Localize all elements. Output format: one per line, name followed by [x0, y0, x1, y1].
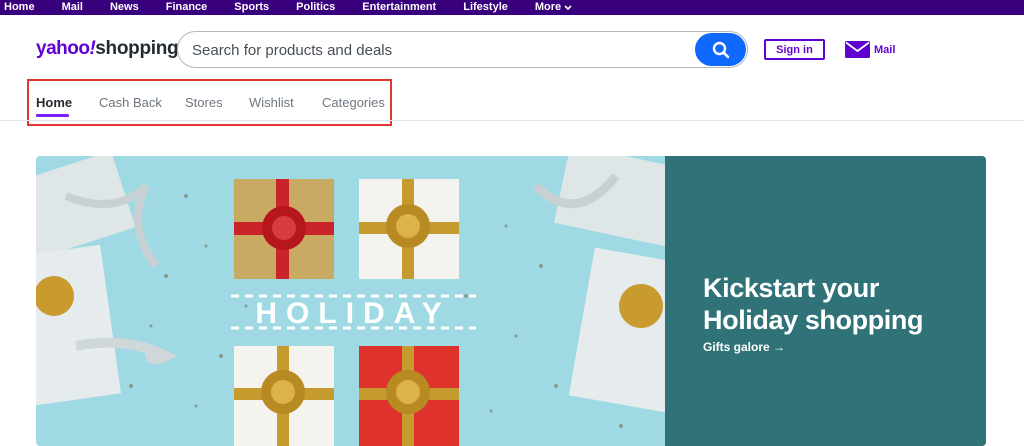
- tab-home[interactable]: Home: [36, 95, 72, 110]
- headline-line-2: Holiday shopping: [703, 305, 924, 335]
- headline-line-1: Kickstart your: [703, 273, 879, 303]
- banner-image: HOLIDAY: [36, 156, 704, 446]
- banner-headline: Kickstart your Holiday shopping: [703, 272, 924, 336]
- header-divider: [0, 120, 1024, 121]
- topnav-politics-link[interactable]: Politics: [296, 0, 335, 15]
- topnav-sports-link[interactable]: Sports: [234, 0, 269, 15]
- holiday-gifts-illustration: HOLIDAY: [36, 156, 704, 446]
- yahoo-shopping-logo[interactable]: yahoo!shopping: [36, 38, 179, 60]
- topnav-entertainment-link[interactable]: Entertainment: [362, 0, 436, 15]
- mail-label: Mail: [874, 43, 896, 56]
- chevron-down-icon: [564, 4, 572, 10]
- holiday-image-text: HOLIDAY: [255, 297, 450, 330]
- active-tab-indicator: [36, 114, 69, 117]
- topnav-lifestyle-link[interactable]: Lifestyle: [463, 0, 508, 15]
- search-icon: [712, 41, 729, 58]
- sign-in-button[interactable]: Sign in: [764, 39, 825, 60]
- topnav-mail-link[interactable]: Mail: [62, 0, 83, 15]
- topnav-more-label: More: [534, 1, 562, 13]
- silver-gift-left: [36, 156, 178, 408]
- red-gift: [359, 346, 459, 446]
- topnav-news-link[interactable]: News: [110, 0, 139, 15]
- gifts-galore-link[interactable]: Gifts galore →: [703, 340, 785, 354]
- search-button[interactable]: [695, 33, 746, 66]
- search-input[interactable]: [192, 40, 692, 60]
- tab-wishlist[interactable]: Wishlist: [249, 95, 294, 110]
- search-bar: [177, 31, 748, 68]
- tab-categories[interactable]: Categories: [322, 95, 385, 110]
- mail-icon: [845, 41, 870, 58]
- silver-gift-right: [532, 156, 704, 415]
- topnav-more-menu[interactable]: More: [535, 0, 572, 15]
- tab-stores[interactable]: Stores: [185, 95, 223, 110]
- mail-link[interactable]: Mail: [845, 41, 895, 58]
- banner-text-panel: Kickstart your Holiday shopping Gifts ga…: [665, 156, 986, 446]
- white-gift-top: [359, 179, 459, 279]
- topnav-home-link[interactable]: Home: [4, 0, 35, 15]
- tab-cash-back[interactable]: Cash Back: [99, 95, 162, 110]
- holiday-banner[interactable]: HOLIDAY Kickstart your Holiday shopping: [36, 156, 986, 446]
- logo-main: yahoo: [36, 38, 90, 59]
- topnav-finance-link[interactable]: Finance: [166, 0, 208, 15]
- gold-gift: [234, 179, 334, 279]
- logo-sub: shopping: [95, 38, 179, 59]
- white-gift-bottom: [234, 346, 334, 446]
- top-nav-bar: Home Mail News Finance Sports Politics E…: [0, 0, 1024, 15]
